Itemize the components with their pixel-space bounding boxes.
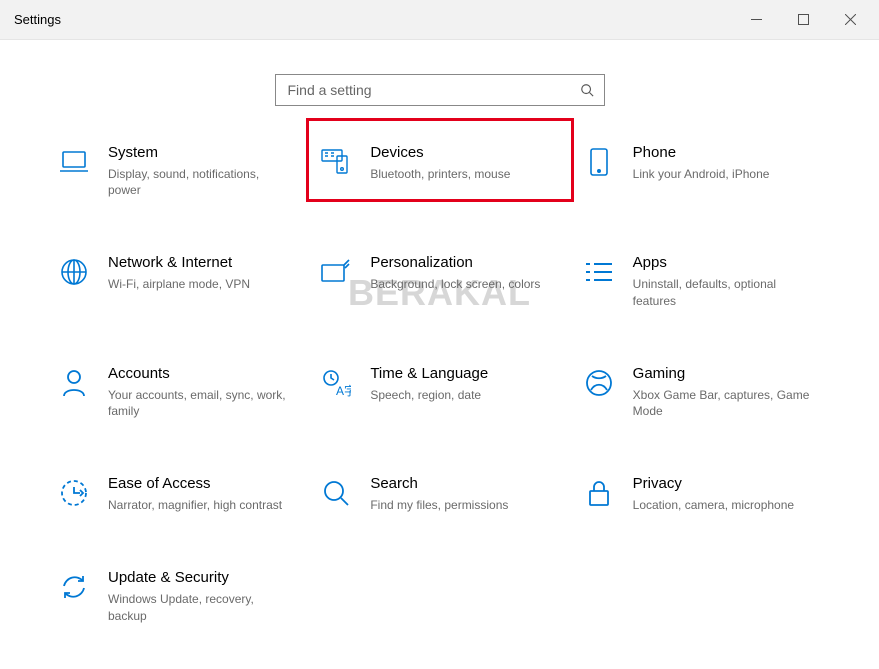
tile-title: Search <box>370 475 508 493</box>
tile-desc: Narrator, magnifier, high contrast <box>108 497 282 513</box>
tile-title: Devices <box>370 144 510 162</box>
tile-title: Phone <box>633 144 770 162</box>
tile-desc: Xbox Game Bar, captures, Game Mode <box>633 387 813 419</box>
time-language-icon: A字 <box>320 367 352 399</box>
window-title: Settings <box>14 12 61 27</box>
tile-desc: Link your Android, iPhone <box>633 166 770 182</box>
tile-title: Gaming <box>633 365 813 383</box>
tile-desc: Find my files, permissions <box>370 497 508 513</box>
tile-system[interactable]: System Display, sound, notifications, po… <box>56 140 298 202</box>
tile-phone[interactable]: Phone Link your Android, iPhone <box>581 140 823 202</box>
window-controls <box>734 5 873 35</box>
tile-desc: Bluetooth, printers, mouse <box>370 166 510 182</box>
sync-icon <box>58 571 90 603</box>
devices-icon <box>320 146 352 178</box>
tile-desc: Windows Update, recovery, backup <box>108 591 288 623</box>
search-container <box>0 40 879 140</box>
maximize-button[interactable] <box>781 5 826 35</box>
maximize-icon <box>798 14 809 25</box>
tile-desc: Background, lock screen, colors <box>370 276 540 292</box>
tile-title: Personalization <box>370 254 540 272</box>
tile-time-language[interactable]: A字 Time & Language Speech, region, date <box>318 361 560 423</box>
tile-title: Network & Internet <box>108 254 250 272</box>
tile-title: Accounts <box>108 365 288 383</box>
tile-desc: Wi-Fi, airplane mode, VPN <box>108 276 250 292</box>
tile-title: Ease of Access <box>108 475 282 493</box>
tile-search[interactable]: Search Find my files, permissions <box>318 471 560 517</box>
laptop-icon <box>58 146 90 178</box>
paintbrush-icon <box>320 256 352 288</box>
tile-title: System <box>108 144 288 162</box>
titlebar: Settings <box>0 0 879 40</box>
search-input[interactable] <box>286 81 580 99</box>
xbox-icon <box>583 367 615 399</box>
tile-title: Apps <box>633 254 813 272</box>
tile-apps[interactable]: Apps Uninstall, defaults, optional featu… <box>581 250 823 312</box>
apps-list-icon <box>583 256 615 288</box>
search-icon <box>580 83 594 97</box>
tile-devices[interactable]: Devices Bluetooth, printers, mouse <box>318 140 560 202</box>
minimize-icon <box>751 14 762 25</box>
tile-title: Privacy <box>633 475 794 493</box>
tile-accounts[interactable]: Accounts Your accounts, email, sync, wor… <box>56 361 298 423</box>
phone-icon <box>583 146 615 178</box>
tile-gaming[interactable]: Gaming Xbox Game Bar, captures, Game Mod… <box>581 361 823 423</box>
tile-desc: Location, camera, microphone <box>633 497 794 513</box>
minimize-button[interactable] <box>734 5 779 35</box>
close-button[interactable] <box>828 5 873 35</box>
magnifier-icon <box>320 477 352 509</box>
tile-privacy[interactable]: Privacy Location, camera, microphone <box>581 471 823 517</box>
lock-icon <box>583 477 615 509</box>
settings-grid: System Display, sound, notifications, po… <box>0 140 879 628</box>
search-box[interactable] <box>275 74 605 106</box>
tile-desc: Uninstall, defaults, optional features <box>633 276 813 308</box>
tile-title: Update & Security <box>108 569 288 587</box>
tile-network[interactable]: Network & Internet Wi-Fi, airplane mode,… <box>56 250 298 312</box>
tile-desc: Your accounts, email, sync, work, family <box>108 387 288 419</box>
person-icon <box>58 367 90 399</box>
tile-desc: Speech, region, date <box>370 387 488 403</box>
tile-title: Time & Language <box>370 365 488 383</box>
globe-icon <box>58 256 90 288</box>
tile-personalization[interactable]: Personalization Background, lock screen,… <box>318 250 560 312</box>
svg-text:A字: A字 <box>336 383 351 397</box>
ease-of-access-icon <box>58 477 90 509</box>
tile-desc: Display, sound, notifications, power <box>108 166 288 198</box>
tile-ease-of-access[interactable]: Ease of Access Narrator, magnifier, high… <box>56 471 298 517</box>
close-icon <box>845 14 856 25</box>
tile-update-security[interactable]: Update & Security Windows Update, recove… <box>56 565 298 627</box>
